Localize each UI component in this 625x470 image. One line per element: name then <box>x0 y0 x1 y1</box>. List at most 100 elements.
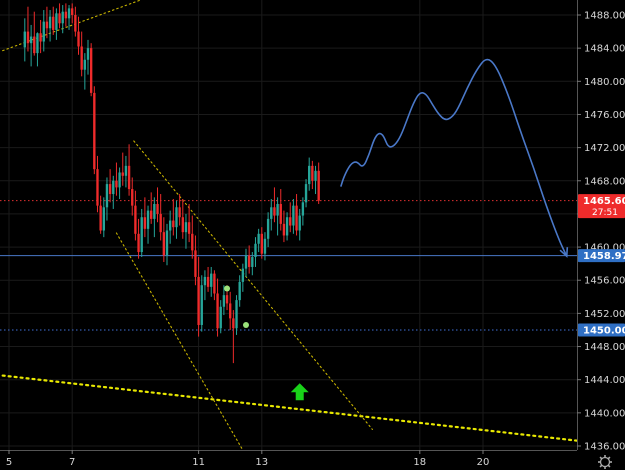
candle-body <box>244 255 248 269</box>
candle-body <box>80 46 83 70</box>
y-tick-label: 1440.00 <box>584 408 625 419</box>
candle-body <box>289 217 292 226</box>
candle-body <box>23 31 26 48</box>
y-tick-label: 1480.00 <box>584 77 625 88</box>
candle-body <box>93 92 96 170</box>
candle-body <box>270 207 273 219</box>
candle-body <box>266 218 270 239</box>
candle-body <box>29 36 33 44</box>
candle-body <box>238 281 241 301</box>
candle-body <box>71 8 74 15</box>
candle-body <box>33 36 36 54</box>
trendline <box>115 232 244 450</box>
candle-body <box>118 172 121 188</box>
candle-body <box>200 285 203 325</box>
candle-body <box>108 184 112 195</box>
candle-body <box>260 233 263 254</box>
x-tick-label: 5 <box>6 457 12 468</box>
candle-body <box>263 238 267 254</box>
candle-body <box>175 207 178 228</box>
candle-body <box>102 207 105 231</box>
trendline <box>133 140 373 430</box>
price-axis-bg <box>577 0 625 470</box>
candle-body <box>210 273 213 287</box>
x-tick-label: 18 <box>413 457 426 468</box>
x-tick-label: 11 <box>192 457 205 468</box>
candle-body <box>235 300 238 329</box>
candle-body <box>42 21 45 42</box>
candle-body <box>77 31 80 47</box>
candle-body <box>295 205 298 231</box>
candle-body <box>232 318 235 329</box>
candle-body <box>257 233 260 244</box>
y-tick-label: 1452.00 <box>584 309 625 320</box>
buy-arrow-icon <box>290 383 309 401</box>
candle-body <box>282 223 286 236</box>
candle-body <box>172 220 175 228</box>
candle-body <box>247 255 251 267</box>
candle-body <box>153 203 156 219</box>
candle-body <box>229 303 232 319</box>
price-tag-label: 1465.60 <box>583 196 625 207</box>
candle-body <box>45 21 49 29</box>
candle-body <box>64 11 68 19</box>
candle-body <box>222 295 226 307</box>
candle-body <box>159 213 162 233</box>
y-tick-label: 1444.00 <box>584 375 625 386</box>
candle-body <box>276 203 279 216</box>
candle-body <box>96 169 99 206</box>
candle-body <box>194 250 197 277</box>
price-chart[interactable]: 1488.00 1484.00 1480.00 1476.00 1472.00 1468.… <box>0 0 625 470</box>
candle-body <box>191 233 194 251</box>
signal-dot <box>243 321 249 328</box>
projection-curve <box>340 58 568 257</box>
price-tag-label: 1458.97 <box>583 251 625 262</box>
candle-body <box>146 210 150 229</box>
candle-body <box>112 180 115 195</box>
candle-body <box>181 217 184 233</box>
candle-body <box>67 8 71 19</box>
x-tick-label: 7 <box>69 457 75 468</box>
candle-body <box>143 217 147 229</box>
price-tag-label: 1450.00 <box>583 325 625 336</box>
x-tick-label: 13 <box>255 457 268 468</box>
y-tick-label: 1468.00 <box>584 176 625 187</box>
candle-body <box>162 232 166 256</box>
candle-body <box>168 220 172 231</box>
candle-body <box>26 31 30 44</box>
candle-body <box>216 293 219 329</box>
candle-body <box>52 16 55 30</box>
candle-body <box>254 243 257 258</box>
candle-body <box>137 233 140 253</box>
price-tag: 1450.00 <box>578 323 625 337</box>
candle-body <box>197 276 200 325</box>
candle-body <box>165 230 169 256</box>
y-tick-label: 1476.00 <box>584 110 625 121</box>
price-tag: 1458.97 <box>578 249 625 263</box>
y-tick-label: 1448.00 <box>584 342 625 353</box>
candle-body <box>127 165 131 190</box>
candle-body <box>285 217 289 236</box>
candle-body <box>74 15 77 32</box>
candle-body <box>206 276 210 287</box>
signal-dot <box>224 285 231 292</box>
candle-body <box>61 11 64 24</box>
candle-body <box>311 165 314 181</box>
candle-body <box>121 172 124 176</box>
candle-body <box>105 184 109 208</box>
candle-body <box>304 184 308 203</box>
candle-body <box>134 205 137 234</box>
candle-body <box>251 257 254 267</box>
candle-body <box>150 210 153 219</box>
x-tick-label: 20 <box>477 457 490 468</box>
candle-body <box>273 207 276 216</box>
candle-body <box>225 295 229 304</box>
candle-body <box>308 165 311 185</box>
y-tick-label: 1456.00 <box>584 276 625 287</box>
candle-body <box>203 276 207 286</box>
candle-body <box>99 205 102 231</box>
candle-body <box>292 205 295 226</box>
candle-body <box>184 222 188 233</box>
time-axis-bg <box>0 450 625 470</box>
candle-body <box>48 16 52 29</box>
